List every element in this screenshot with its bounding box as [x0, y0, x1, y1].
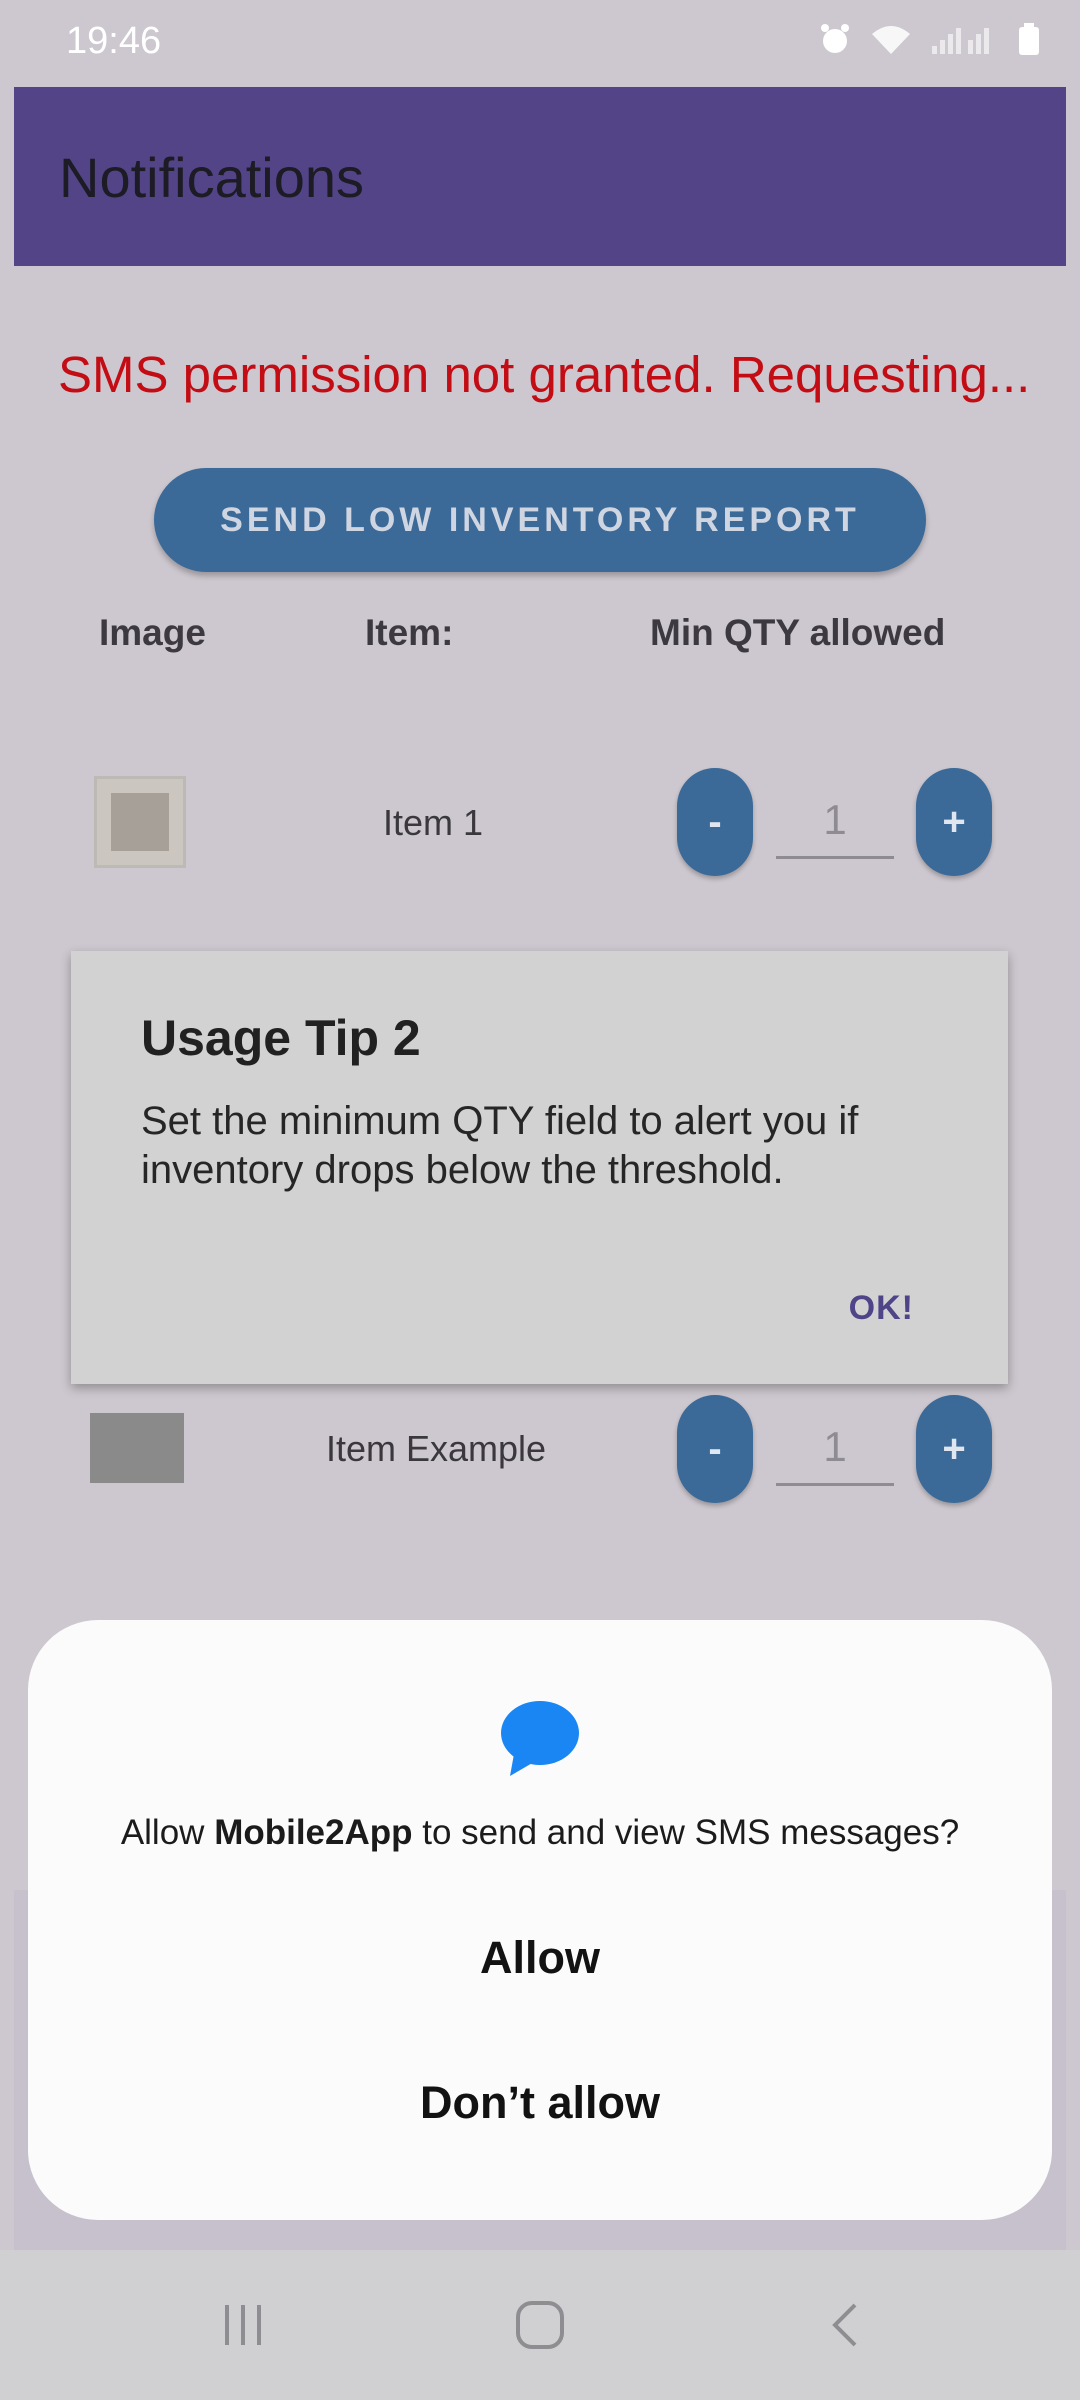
status-icons: [818, 22, 1040, 61]
tip-title: Usage Tip 2: [141, 1010, 421, 1066]
status-time: 19:46: [66, 20, 162, 62]
min-qty-field[interactable]: 1: [776, 1423, 894, 1486]
column-header-image: Image: [99, 612, 206, 653]
decrement-button[interactable]: -: [677, 768, 753, 876]
item-name: Item 1: [383, 802, 484, 843]
permission-suffix: to send and view SMS messages?: [412, 1813, 960, 1852]
permission-app-name: Mobile2App: [214, 1813, 413, 1852]
app-bar: Notifications: [14, 87, 1066, 266]
allow-button[interactable]: Allow: [28, 1932, 1052, 1984]
sms-permission-status: SMS permission not granted. Requesting..…: [58, 346, 1031, 403]
column-header-item: Item:: [365, 612, 454, 653]
permission-message: Allow Mobile2App to send and view SMS me…: [28, 1813, 1052, 1853]
signal-icon: [930, 22, 1000, 61]
sms-bubble-icon: [500, 1698, 580, 1778]
permission-dialog: Allow Mobile2App to send and view SMS me…: [28, 1620, 1052, 2220]
item-thumbnail: [94, 776, 186, 868]
list-item: Item 1 - 1 +: [0, 768, 1080, 878]
home-icon[interactable]: [505, 2290, 575, 2360]
column-header-min-qty: Min QTY allowed: [650, 612, 946, 653]
increment-button[interactable]: +: [916, 768, 992, 876]
min-qty-field[interactable]: 1: [776, 796, 894, 859]
decrement-button[interactable]: -: [677, 1395, 753, 1503]
list-item: Item Example - 1 +: [0, 1395, 1080, 1505]
item-image: [111, 793, 169, 851]
tip-ok-button[interactable]: OK!: [849, 1289, 914, 1328]
alarm-icon: [818, 22, 852, 61]
item-thumbnail: [90, 1413, 184, 1483]
permission-prefix: Allow: [120, 1813, 215, 1852]
send-low-inventory-report-button[interactable]: SEND LOW INVENTORY REPORT: [154, 468, 926, 572]
item-name: Item Example: [326, 1428, 547, 1469]
page-title: Notifications: [59, 146, 365, 209]
recents-icon[interactable]: [208, 2290, 278, 2360]
increment-button[interactable]: +: [916, 1395, 992, 1503]
back-icon[interactable]: [812, 2290, 882, 2360]
battery-icon: [1018, 22, 1040, 61]
status-bar: 19:46: [0, 0, 1080, 86]
system-nav-bar: [0, 2250, 1080, 2400]
tip-body: Set the minimum QTY field to alert you i…: [141, 1099, 859, 1192]
usage-tip-dialog: Usage Tip 2 Set the minimum QTY field to…: [71, 951, 1008, 1384]
wifi-icon: [870, 22, 912, 61]
dont-allow-button[interactable]: Don’t allow: [28, 2077, 1052, 2129]
